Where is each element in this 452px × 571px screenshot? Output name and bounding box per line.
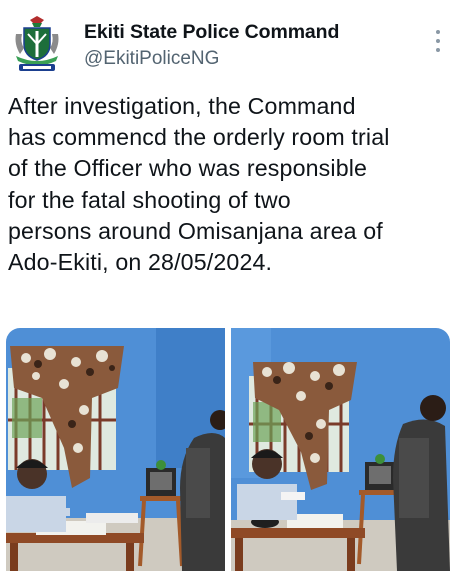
- tweet-photo-2[interactable]: [231, 328, 450, 571]
- photo-icon: [6, 328, 225, 571]
- tweet-photo-1[interactable]: [6, 328, 225, 571]
- photo-icon: [231, 328, 450, 571]
- more-vertical-icon[interactable]: [428, 28, 448, 54]
- author-handle[interactable]: @EkitiPoliceNG: [84, 48, 219, 70]
- nigeria-police-crest-icon[interactable]: [10, 14, 64, 76]
- tweet-text: After investigation, the Command has com…: [8, 93, 390, 276]
- tweet-header: Ekiti State Police Command @EkitiPoliceN…: [0, 0, 452, 86]
- author-display-name[interactable]: Ekiti State Police Command: [84, 21, 339, 44]
